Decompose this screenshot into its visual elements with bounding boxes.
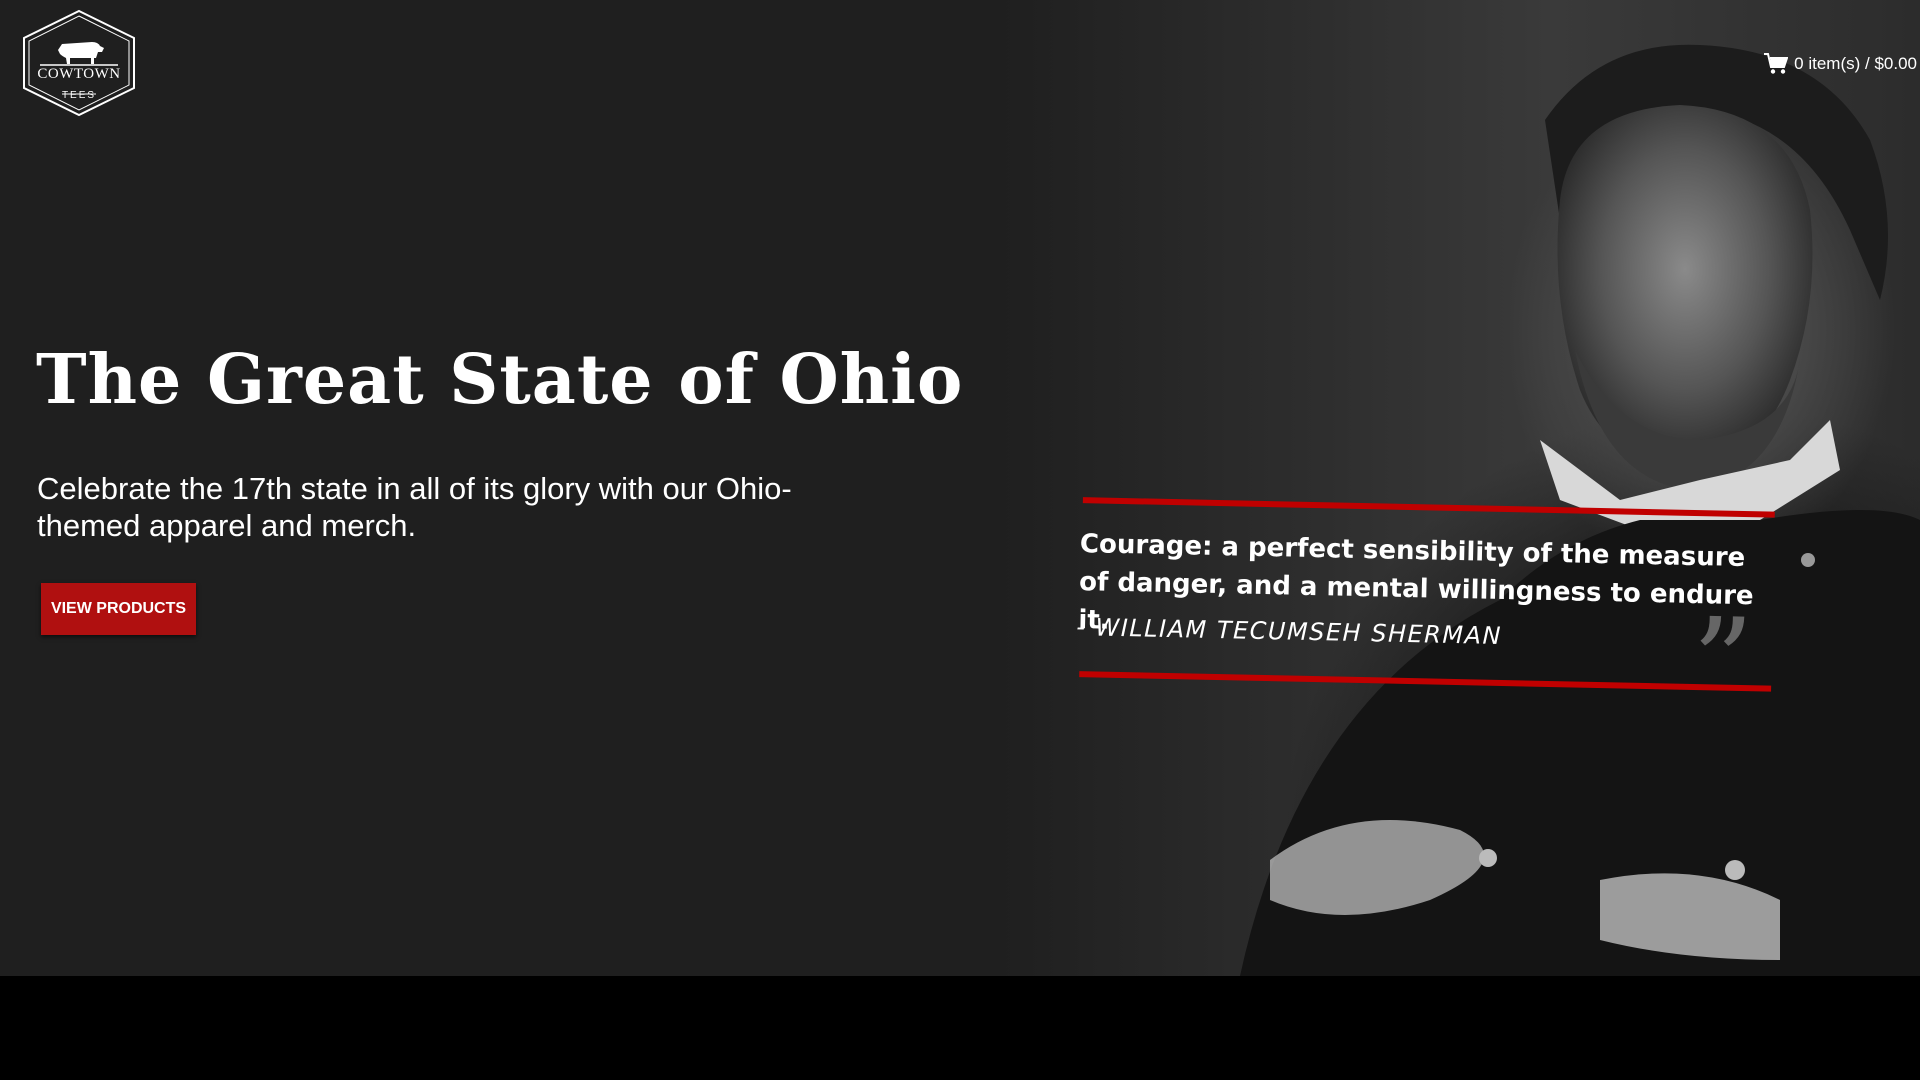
brand-subname: TEES: [61, 90, 97, 101]
hero-section: COWTOWN TEES 0 item(s) / $0.00 The Great…: [0, 0, 1920, 976]
quote-block: Courage: a perfect sensibility of the me…: [1071, 495, 1775, 733]
shopping-cart-icon: [1764, 53, 1789, 74]
cart-label: 0 item(s) / $0.00: [1794, 54, 1917, 73]
brand-name: COWTOWN: [37, 66, 121, 82]
brand-logo[interactable]: COWTOWN TEES: [18, 8, 140, 118]
hero-description: Celebrate the 17th state in all of its g…: [37, 471, 792, 543]
cart-summary-link[interactable]: 0 item(s) / $0.00: [1764, 53, 1917, 75]
hexagon-badge-icon: [23, 9, 135, 117]
view-products-button[interactable]: VIEW PRODUCTS: [41, 583, 196, 635]
quote-divider-bottom: [1079, 671, 1772, 692]
portrait-background-image: [1000, 0, 1920, 976]
page-title: The Great State of Ohio: [36, 340, 964, 420]
quote-mark-icon: ”: [1690, 592, 1755, 734]
footer-bar: [0, 976, 1920, 1080]
